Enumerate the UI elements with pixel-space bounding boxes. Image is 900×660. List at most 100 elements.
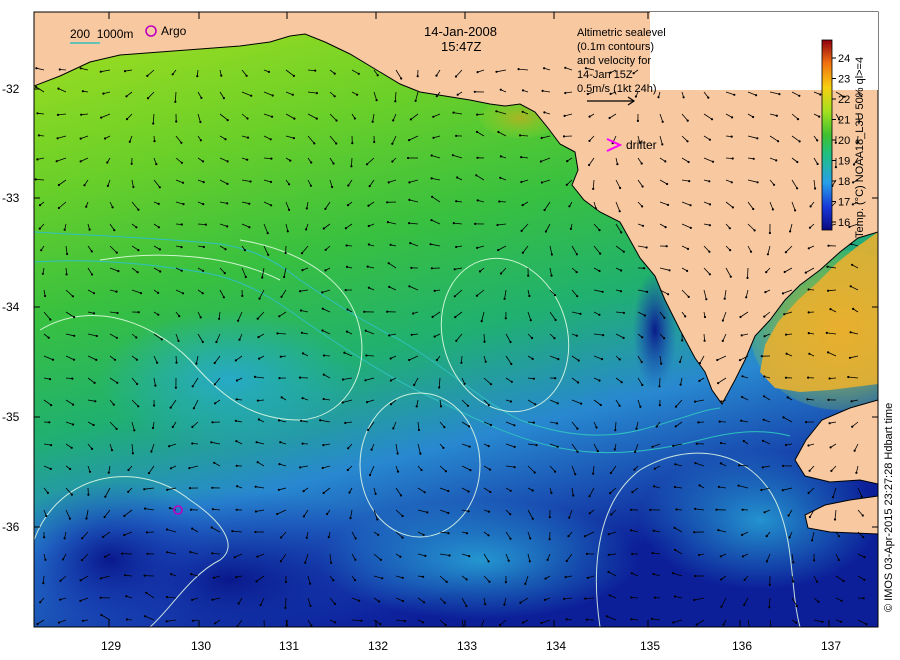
velocity-arrow-head	[499, 88, 502, 91]
velocity-arrow-head	[635, 427, 638, 430]
velocity-arrow-head	[673, 526, 676, 530]
velocity-arrow-head	[111, 206, 114, 209]
velocity-arrow-head	[180, 141, 183, 144]
velocity-arrow-head	[595, 426, 598, 429]
velocity-arrow-head	[842, 579, 845, 583]
velocity-arrow-head	[455, 339, 458, 342]
velocity-arrow-head	[443, 426, 446, 429]
velocity-arrow-head	[271, 94, 274, 97]
x-tick-label: 132	[368, 639, 388, 653]
velocity-arrow-head	[79, 67, 82, 70]
velocity-arrow-head	[453, 268, 456, 271]
velocity-arrow-head	[100, 613, 103, 617]
velocity-arrow-head	[266, 232, 269, 235]
velocity-arrow-head	[534, 403, 537, 406]
velocity-arrow-head	[543, 208, 546, 212]
velocity-arrow-head	[248, 226, 251, 229]
colorbar-tick-label: 23	[838, 74, 850, 86]
velocity-arrow-head	[59, 579, 62, 582]
velocity-arrow-head	[202, 203, 205, 206]
colorbar-tick-label: 20	[838, 135, 850, 147]
velocity-arrow-head	[548, 516, 551, 519]
velocity-arrow-head	[787, 514, 790, 517]
velocity-arrow-head	[556, 402, 559, 405]
velocity-arrow-head	[756, 137, 759, 140]
velocity-arrow-head	[808, 515, 812, 519]
velocity-arrow-head	[341, 378, 345, 381]
velocity-arrow-head	[401, 514, 404, 518]
velocity-arrow-head	[778, 93, 781, 96]
velocity-arrow-head	[632, 72, 635, 75]
velocity-arrow-head	[717, 529, 720, 532]
velocity-arrow-head	[499, 272, 503, 275]
velocity-arrow-head	[276, 512, 279, 516]
velocity-arrow-head	[190, 573, 193, 576]
velocity-arrow-head	[261, 276, 264, 279]
velocity-arrow-head	[258, 357, 261, 360]
velocity-arrow-head	[92, 312, 96, 315]
velocity-arrow-head	[234, 419, 237, 422]
velocity-arrow-head	[850, 242, 853, 246]
velocity-arrow-head	[807, 247, 810, 250]
velocity-arrow-head	[576, 427, 579, 430]
velocity-arrow-head	[181, 181, 185, 184]
velocity-arrow-head	[83, 184, 86, 187]
velocity-arrow-head	[258, 297, 261, 300]
velocity-arrow-head	[169, 467, 173, 470]
velocity-arrow-head	[452, 222, 455, 225]
velocity-arrow-head	[99, 596, 102, 599]
velocity-arrow-head	[630, 596, 633, 599]
velocity-arrow-head	[622, 250, 625, 253]
velocity-arrow-head	[168, 507, 172, 510]
velocity-arrow-head	[663, 337, 666, 340]
velocity-arrow-head	[634, 450, 637, 453]
velocity-arrow-head	[568, 205, 571, 208]
velocity-arrow-head	[99, 70, 102, 73]
velocity-arrow-head	[256, 399, 259, 402]
velocity-arrow-head	[153, 140, 156, 143]
velocity-arrow-head	[693, 531, 696, 534]
velocity-arrow-head	[695, 442, 698, 445]
velocity-arrow-head	[566, 160, 569, 163]
velocity-arrow-head	[487, 560, 490, 563]
velocity-arrow-head	[131, 452, 134, 455]
velocity-arrow	[263, 619, 265, 627]
velocity-arrow-head	[414, 99, 417, 102]
velocity-arrow-head	[256, 461, 259, 464]
velocity-arrow-head	[862, 536, 865, 539]
velocity-arrow-head	[715, 508, 718, 511]
velocity-arrow-head	[521, 251, 525, 254]
velocity-arrow-head	[743, 603, 746, 607]
velocity-arrow-head	[487, 534, 490, 537]
velocity-arrow-head	[350, 165, 353, 168]
velocity-arrow-head	[720, 605, 723, 608]
velocity-arrow-head	[719, 555, 722, 558]
velocity-arrow-head	[214, 622, 217, 625]
velocity-arrow-head	[618, 404, 621, 407]
velocity-arrow-head	[408, 139, 411, 142]
velocity-arrow-head	[152, 122, 155, 125]
velocity-arrow-head	[409, 242, 412, 245]
velocity-arrow-head	[487, 445, 490, 448]
velocity-arrow-head	[412, 312, 415, 315]
velocity-arrow-head	[540, 136, 543, 140]
velocity-arrow-head	[853, 449, 856, 452]
velocity-arrow-head	[555, 422, 559, 425]
velocity-arrow-head	[484, 603, 487, 606]
velocity-arrow-head	[475, 294, 478, 297]
velocity-arrow-head	[721, 339, 724, 342]
velocity-arrow-head	[694, 400, 697, 403]
velocity-arrow-head	[321, 329, 324, 332]
velocity-arrow-head	[213, 461, 216, 464]
velocity-arrow-head	[346, 204, 350, 207]
velocity-arrow-head	[49, 318, 52, 321]
velocity-arrow-head	[641, 205, 644, 208]
velocity-arrow-head	[213, 383, 216, 386]
velocity-arrow-head	[324, 269, 327, 272]
velocity-arrow-head	[496, 223, 499, 227]
velocity-arrow-head	[596, 450, 599, 453]
velocity-arrow-head	[49, 467, 52, 470]
velocity-arrow-head	[827, 398, 830, 401]
velocity-arrow-head	[132, 185, 135, 189]
velocity-arrow-head	[673, 485, 677, 489]
